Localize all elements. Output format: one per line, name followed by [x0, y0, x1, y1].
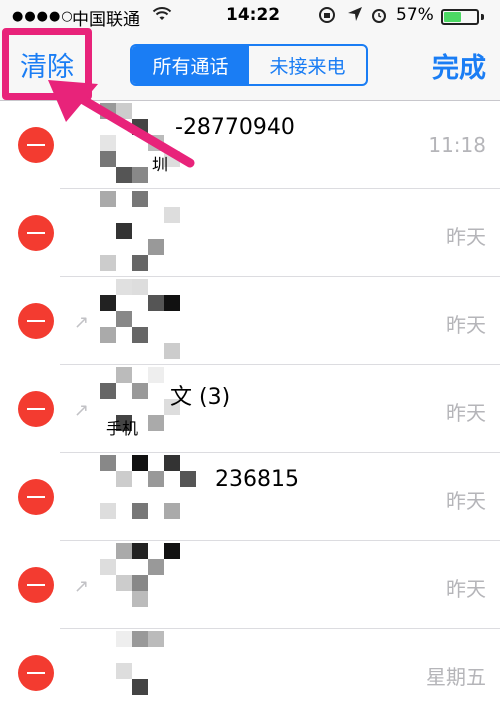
delete-circle-icon[interactable]: [18, 655, 54, 691]
call-time: 11:18: [428, 133, 486, 157]
battery-nub: [481, 14, 484, 20]
battery-icon: [441, 9, 479, 25]
call-row[interactable]: 236815 昨天: [0, 453, 500, 541]
call-row[interactable]: ↗ 文 (3) 手机 昨天: [0, 365, 500, 453]
status-time: 14:22: [226, 5, 281, 25]
call-time: 昨天: [446, 225, 486, 249]
call-time: 昨天: [446, 401, 486, 425]
alarm-icon: [370, 6, 388, 29]
outgoing-call-icon: ↗: [74, 576, 90, 597]
call-time: 昨天: [446, 577, 486, 601]
carrier-name: 中国联通: [72, 10, 140, 30]
signal-strength: ●●●●○: [12, 9, 74, 24]
redacted-mosaic: [100, 543, 216, 627]
delete-circle-icon[interactable]: [18, 479, 54, 515]
done-button[interactable]: 完成: [432, 46, 486, 85]
delete-circle-icon[interactable]: [18, 215, 54, 251]
delete-circle-icon[interactable]: [18, 391, 54, 427]
redacted-mosaic: [100, 455, 216, 539]
battery-percent: 57%: [396, 5, 434, 25]
delete-circle-icon[interactable]: [18, 567, 54, 603]
location-icon: [347, 6, 363, 27]
redacted-mosaic: [100, 279, 216, 363]
contact-name: 236815: [215, 467, 299, 492]
contact-name: 文 (3): [170, 385, 231, 410]
battery-level: [444, 12, 462, 22]
recent-calls-list: -28770940 圳 11:18 昨天 ↗ 昨天 ↗ 文 (3) 手机 昨天 236815 昨天 ↗ 昨…: [0, 101, 500, 717]
redacted-mosaic: [100, 631, 216, 715]
call-row[interactable]: 星期五: [0, 629, 500, 717]
call-row[interactable]: ↗ 昨天: [0, 541, 500, 629]
call-row[interactable]: ↗ 昨天: [0, 277, 500, 365]
tab-missed-calls[interactable]: 未接来电: [249, 46, 366, 84]
call-row[interactable]: 昨天: [0, 189, 500, 277]
wifi-icon: [152, 6, 172, 27]
outgoing-call-icon: ↗: [74, 312, 90, 333]
redacted-mosaic: [100, 191, 216, 275]
outgoing-call-icon: ↗: [74, 400, 90, 421]
delete-circle-icon[interactable]: [18, 303, 54, 339]
annotation-arrow: [48, 80, 195, 168]
call-type-label: 手机: [106, 419, 139, 438]
call-time: 昨天: [446, 489, 486, 513]
call-time: 昨天: [446, 313, 486, 337]
call-time: 星期五: [426, 665, 486, 689]
rotation-lock-icon: [318, 6, 336, 29]
